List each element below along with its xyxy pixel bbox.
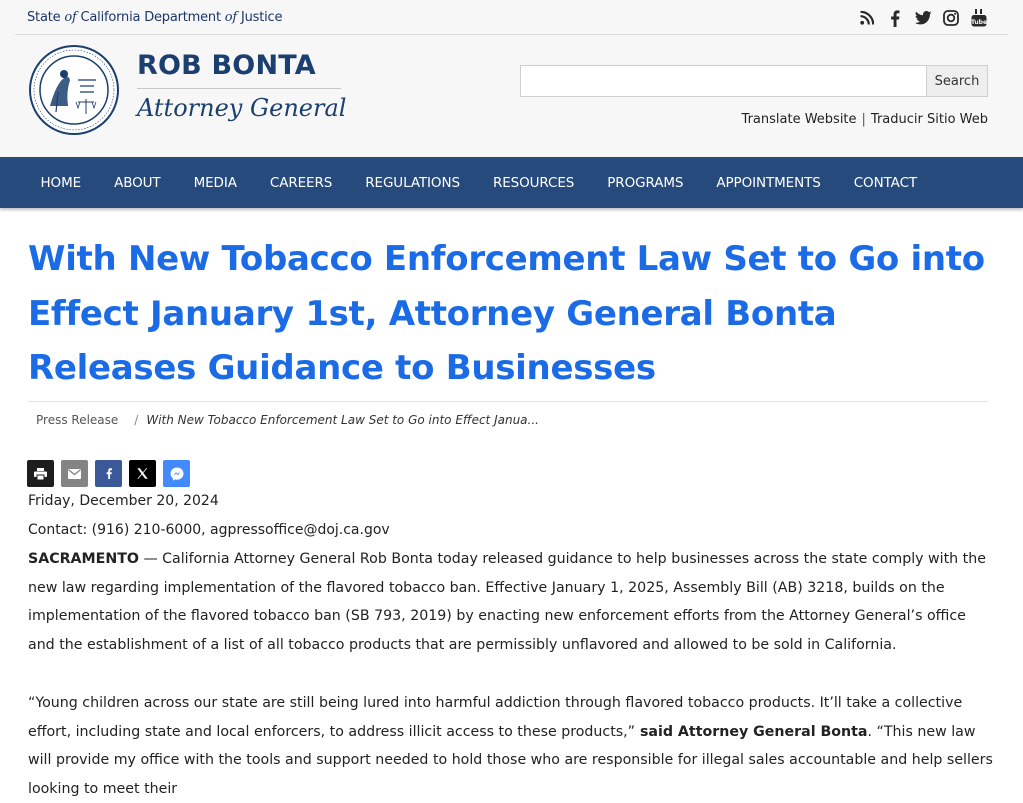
- brand-divider: [137, 88, 341, 89]
- paragraph-1-text: — California Attorney General Rob Bonta …: [28, 551, 986, 653]
- translate-website-link[interactable]: Translate Website: [742, 112, 857, 127]
- nav-item-appointments[interactable]: APPOINTMENTS: [700, 175, 837, 191]
- dept-text-3: Justice: [237, 10, 283, 25]
- nav-item-careers[interactable]: CAREERS: [253, 175, 348, 191]
- attorney-general-seal-icon[interactable]: [28, 44, 120, 136]
- youtube-icon[interactable]: Tube: [970, 8, 988, 28]
- nav-item-regulations[interactable]: REGULATIONS: [349, 175, 477, 191]
- breadcrumb: Press Release / With New Tobacco Enforce…: [36, 413, 539, 427]
- instagram-icon[interactable]: [942, 8, 960, 28]
- dateline: SACRAMENTO: [28, 551, 139, 567]
- x-share-icon[interactable]: [129, 460, 156, 487]
- headline-divider: [28, 401, 988, 402]
- top-utility-bar: State of California Department of Justic…: [0, 0, 1023, 36]
- dept-text-1: State: [27, 10, 65, 25]
- nav-item-about[interactable]: ABOUT: [98, 175, 178, 191]
- facebook-share-icon[interactable]: [95, 460, 122, 487]
- article-date: Friday, December 20, 2024: [28, 493, 219, 509]
- top-utility-bar-inner: State of California Department of Justic…: [15, 0, 1008, 35]
- dept-of-1: of: [64, 10, 77, 25]
- article-paragraph-1: SACRAMENTO — California Attorney General…: [28, 545, 993, 659]
- article-headline: With New Tobacco Enforcement Law Set to …: [28, 239, 985, 388]
- print-icon[interactable]: [27, 460, 54, 487]
- social-links: Tube: [858, 8, 988, 28]
- translate-separator: |: [861, 112, 866, 127]
- dept-of-2: of: [224, 10, 238, 25]
- nav-menu: HOME ABOUT MEDIA CAREERS REGULATIONS RES…: [24, 157, 934, 208]
- facebook-icon[interactable]: [886, 8, 904, 28]
- dept-text-2: California Department: [76, 10, 225, 25]
- main-navigation: HOME ABOUT MEDIA CAREERS REGULATIONS RES…: [0, 157, 1023, 208]
- department-name[interactable]: State of California Department of Justic…: [27, 10, 282, 25]
- nav-item-home[interactable]: HOME: [24, 175, 98, 191]
- article-paragraph-2: “Young children across our state are sti…: [28, 689, 993, 803]
- brand-title[interactable]: Attorney General: [137, 94, 346, 122]
- search-input[interactable]: [520, 65, 927, 97]
- nav-item-contact[interactable]: CONTACT: [837, 175, 933, 191]
- messenger-share-icon[interactable]: [163, 460, 190, 487]
- breadcrumb-press-release[interactable]: Press Release: [36, 413, 118, 427]
- brand-name[interactable]: ROB BONTA: [137, 50, 316, 81]
- translate-links: Translate Website | Traducir Sitio Web: [742, 112, 988, 127]
- rss-icon[interactable]: [858, 8, 876, 28]
- nav-item-programs[interactable]: PROGRAMS: [591, 175, 700, 191]
- twitter-icon[interactable]: [914, 8, 932, 28]
- svg-text:Tube: Tube: [971, 19, 987, 26]
- search-button[interactable]: Search: [926, 65, 988, 97]
- nav-item-media[interactable]: MEDIA: [177, 175, 253, 191]
- paragraph-2-attribution: said Attorney General Bonta: [635, 723, 868, 740]
- site-header: ROB BONTA Attorney General Search Transl…: [0, 36, 1023, 157]
- article-contact: Contact: (916) 210-6000, agpressoffice@d…: [28, 522, 390, 538]
- share-toolbar: [27, 460, 190, 487]
- email-icon[interactable]: [61, 460, 88, 487]
- breadcrumb-current: With New Tobacco Enforcement Law Set to …: [146, 413, 539, 427]
- traducir-sitio-web-link[interactable]: Traducir Sitio Web: [871, 112, 988, 127]
- nav-item-resources[interactable]: RESOURCES: [476, 175, 590, 191]
- breadcrumb-separator: /: [134, 413, 139, 427]
